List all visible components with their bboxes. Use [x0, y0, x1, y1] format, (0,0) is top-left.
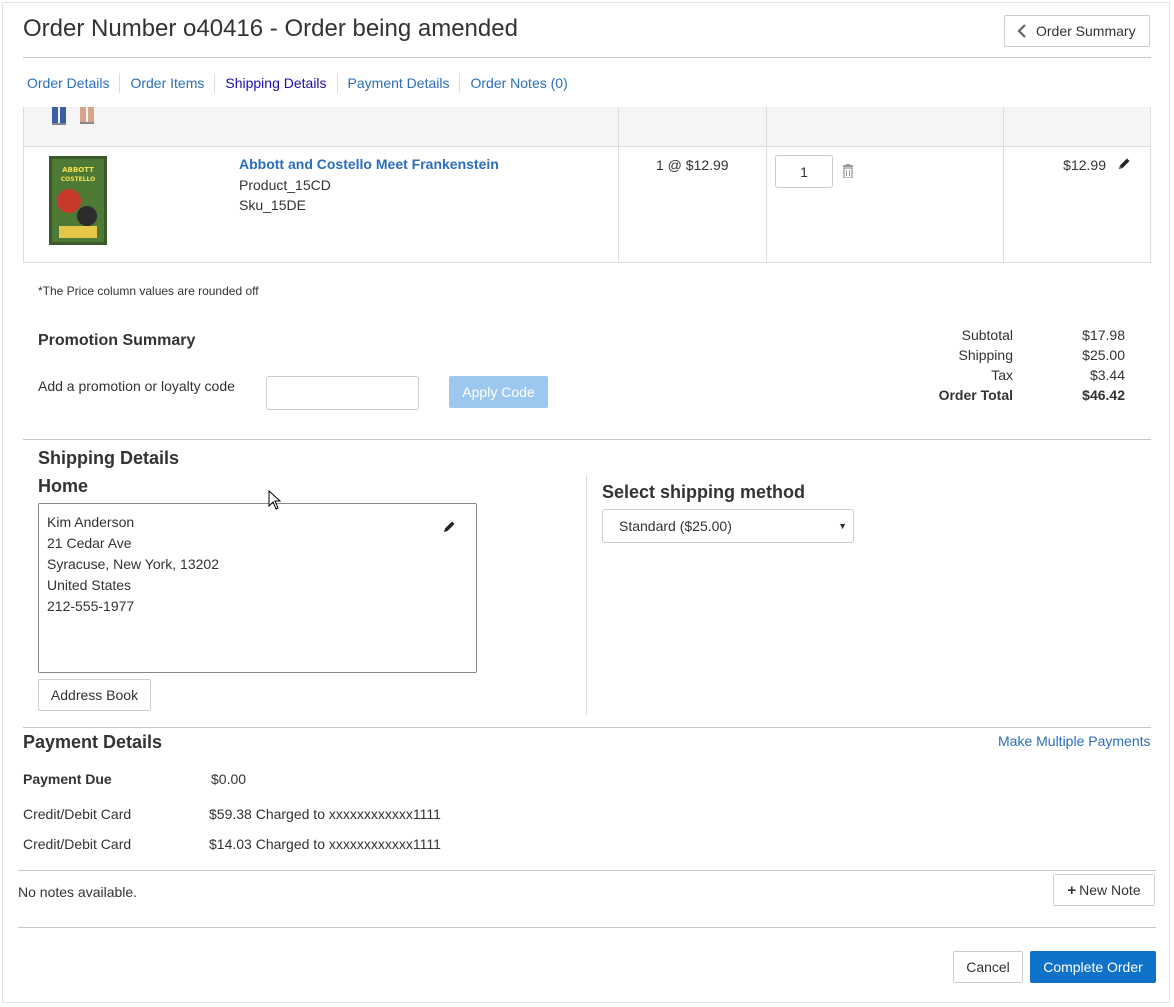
shipping-method-heading: Select shipping method	[602, 482, 806, 502]
address-phone: 212-555-1977	[47, 598, 135, 614]
plus-icon: +	[1067, 881, 1077, 899]
shipping-label: Shipping	[958, 347, 1014, 363]
tab-order-items[interactable]: Order Items	[120, 73, 216, 93]
section-divider	[23, 727, 1151, 728]
shipping-details-heading: Shipping Details	[38, 448, 180, 468]
section-divider	[18, 870, 1156, 871]
page-title: Order Number o40416 - Order being amende…	[23, 15, 518, 42]
tab-shipping-details[interactable]: Shipping Details	[215, 73, 338, 93]
shipping-address-card: Kim Anderson 21 Cedar Ave Syracuse, New …	[38, 503, 477, 673]
header-divider	[23, 57, 1151, 58]
payment-detail: $59.38 Charged to xxxxxxxxxxxx1111	[209, 806, 441, 822]
chevron-left-icon	[1017, 24, 1027, 38]
payment-detail: $14.03 Charged to xxxxxxxxxxxx1111	[209, 836, 441, 852]
order-total-label: Order Total	[938, 387, 1013, 403]
new-note-button[interactable]: + New Note	[1053, 874, 1155, 906]
address-label: Home	[38, 476, 89, 496]
svg-text:ABBOTT: ABBOTT	[62, 166, 94, 174]
tab-order-notes[interactable]: Order Notes (0)	[460, 73, 577, 93]
unit-price: 1 @ $12.99	[656, 157, 729, 173]
shipping-value: $25.00	[1082, 347, 1125, 363]
column-divider	[1003, 107, 1004, 262]
complete-order-button[interactable]: Complete Order	[1030, 951, 1156, 983]
payment-method: Credit/Debit Card	[23, 836, 132, 852]
caret-down-icon: ▼	[838, 521, 847, 531]
shipping-method-value: Standard ($25.00)	[619, 518, 732, 534]
item-total: $12.99	[1063, 157, 1106, 173]
pencil-icon[interactable]	[1117, 157, 1131, 174]
new-note-label: New Note	[1079, 882, 1141, 898]
tab-order-details[interactable]: Order Details	[23, 73, 121, 93]
table-row	[24, 107, 1150, 147]
address-book-button[interactable]: Address Book	[38, 679, 151, 711]
trash-icon[interactable]	[842, 164, 854, 181]
promotion-code-input[interactable]	[266, 376, 419, 410]
promotion-label: Add a promotion or loyalty code	[38, 378, 235, 394]
product-thumbnail: ABBOTT COSTELLO	[49, 156, 107, 245]
apply-code-button[interactable]: Apply Code	[449, 376, 548, 408]
quantity-input[interactable]	[775, 155, 833, 188]
price-rounding-note: *The Price column values are rounded off	[38, 284, 259, 298]
subtotal-label: Subtotal	[961, 327, 1013, 343]
order-summary-label: Order Summary	[1036, 23, 1136, 39]
sku-code: Sku_15DE	[239, 197, 306, 213]
product-code: Product_15CD	[239, 177, 331, 193]
make-multiple-payments-link[interactable]: Make Multiple Payments	[998, 733, 1151, 749]
section-divider	[23, 439, 1151, 440]
mouse-cursor-icon	[268, 489, 282, 513]
section-tabs: Order Details Order Items Shipping Detai…	[23, 72, 578, 94]
tax-value: $3.44	[1089, 367, 1125, 383]
column-divider	[766, 107, 767, 262]
subtotal-value: $17.98	[1082, 327, 1125, 343]
product-name-link[interactable]: Abbott and Costello Meet Frankenstein	[239, 156, 499, 172]
address-country: United States	[47, 577, 132, 593]
tab-payment-details[interactable]: Payment Details	[338, 73, 461, 93]
address-street: 21 Cedar Ave	[47, 535, 132, 551]
order-items-table: ABBOTT COSTELLO Abbott and Costello Meet…	[23, 107, 1151, 263]
no-notes-text: No notes available.	[18, 884, 138, 900]
tax-label: Tax	[991, 367, 1013, 383]
promotion-heading: Promotion Summary	[38, 332, 196, 349]
address-name: Kim Anderson	[47, 514, 135, 530]
order-total-value: $46.42	[1082, 387, 1125, 403]
column-divider	[618, 107, 619, 262]
shipping-method-select[interactable]: Standard ($25.00) ▼	[602, 509, 854, 543]
payment-details-heading: Payment Details	[23, 732, 163, 752]
svg-text:COSTELLO: COSTELLO	[61, 176, 96, 183]
payment-due-label: Payment Due	[23, 771, 112, 787]
cancel-button[interactable]: Cancel	[953, 951, 1023, 983]
address-city: Syracuse, New York, 13202	[47, 556, 219, 572]
section-divider	[18, 927, 1156, 928]
product-thumbnail-partial	[50, 107, 102, 126]
pencil-icon[interactable]	[442, 520, 456, 537]
payment-due-value: $0.00	[211, 771, 247, 787]
shipping-column-divider	[586, 475, 587, 715]
payment-method: Credit/Debit Card	[23, 806, 132, 822]
order-summary-button[interactable]: Order Summary	[1004, 15, 1150, 47]
